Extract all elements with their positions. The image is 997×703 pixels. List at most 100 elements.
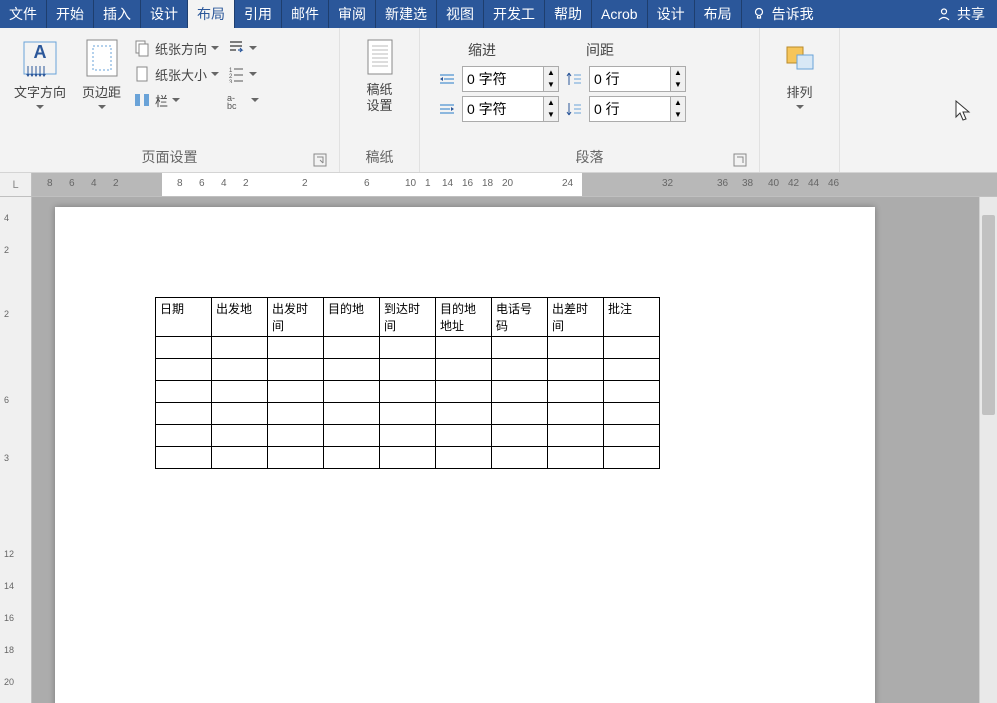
tab-view[interactable]: 视图 [437,0,484,28]
spinner-down-icon[interactable]: ▼ [671,79,685,91]
table-cell[interactable] [604,425,660,447]
spinner-down-icon[interactable]: ▼ [671,109,685,121]
table-header-cell[interactable]: 目的地地址 [436,298,492,337]
tab-layout[interactable]: 布局 [188,0,235,28]
table-cell[interactable] [548,425,604,447]
table-header-cell[interactable]: 电话号码 [492,298,548,337]
spinner-up-icon[interactable]: ▲ [671,67,685,79]
table-cell[interactable] [324,447,380,469]
spinner-down-icon[interactable]: ▼ [544,79,558,91]
table-cell[interactable] [268,359,324,381]
table-cell[interactable] [156,447,212,469]
table-cell[interactable] [324,359,380,381]
table-cell[interactable] [436,359,492,381]
margins-button[interactable]: 页边距 [78,34,125,113]
tab-acrobat[interactable]: Acrob [592,0,648,28]
table-cell[interactable] [324,425,380,447]
table-cell[interactable] [436,403,492,425]
spinner-up-icon[interactable]: ▲ [544,97,558,109]
table-cell[interactable] [604,337,660,359]
table-cell[interactable] [156,359,212,381]
arrange-button[interactable]: 排列 [779,34,821,113]
orientation-button[interactable]: 纸张方向 [133,36,219,60]
table-cell[interactable] [436,447,492,469]
tab-developer[interactable]: 开发工 [484,0,545,28]
table-cell[interactable] [548,359,604,381]
tell-me-search[interactable]: 告诉我 [742,4,824,24]
dialog-launcher-icon[interactable] [733,153,747,167]
table-cell[interactable] [436,337,492,359]
table-header-cell[interactable]: 目的地 [324,298,380,337]
columns-button[interactable]: 栏 [133,88,219,112]
breaks-button[interactable] [227,36,259,60]
table-cell[interactable] [492,381,548,403]
size-button[interactable]: 纸张大小 [133,62,219,86]
tab-help[interactable]: 帮助 [545,0,592,28]
table-cell[interactable] [268,425,324,447]
spacing-before-field[interactable] [590,68,670,90]
text-direction-button[interactable]: A 文字方向 [10,34,70,113]
table-cell[interactable] [324,381,380,403]
table-cell[interactable] [268,337,324,359]
table-cell[interactable] [268,403,324,425]
table-header-cell[interactable]: 出差时间 [548,298,604,337]
spacing-before-input[interactable]: ▲▼ [589,66,686,92]
table-header-cell[interactable]: 出发地 [212,298,268,337]
table-cell[interactable] [492,403,548,425]
table-cell[interactable] [212,337,268,359]
table-cell[interactable] [492,337,548,359]
spinner-down-icon[interactable]: ▼ [544,109,558,121]
indent-left-field[interactable] [463,68,543,90]
tab-review[interactable]: 审阅 [329,0,376,28]
indent-right-input[interactable]: ▲▼ [462,96,559,122]
table-cell[interactable] [324,403,380,425]
tab-mailings[interactable]: 邮件 [282,0,329,28]
indent-left-input[interactable]: ▲▼ [462,66,559,92]
table-cell[interactable] [380,447,436,469]
table-cell[interactable] [380,337,436,359]
dialog-launcher-icon[interactable] [313,153,327,167]
table-cell[interactable] [436,381,492,403]
spacing-after-input[interactable]: ▲▼ [589,96,686,122]
table-cell[interactable] [604,447,660,469]
spinner-up-icon[interactable]: ▲ [544,67,558,79]
table-header-cell[interactable]: 批注 [604,298,660,337]
table-cell[interactable] [212,403,268,425]
spinner-up-icon[interactable]: ▲ [671,97,685,109]
table-cell[interactable] [212,447,268,469]
table-header-cell[interactable]: 到达时间 [380,298,436,337]
table-cell[interactable] [212,381,268,403]
table-cell[interactable] [268,381,324,403]
spacing-after-field[interactable] [590,98,670,120]
table-cell[interactable] [156,425,212,447]
tab-layout2[interactable]: 布局 [695,0,742,28]
tab-references[interactable]: 引用 [235,0,282,28]
scrollbar-thumb[interactable] [982,215,995,415]
horizontal-ruler[interactable]: 8642261011416182024323638404244468642 [32,173,997,196]
table-cell[interactable] [604,381,660,403]
table-cell[interactable] [604,403,660,425]
table-header-cell[interactable]: 日期 [156,298,212,337]
table-cell[interactable] [212,425,268,447]
tab-newtab[interactable]: 新建选 [376,0,437,28]
table-cell[interactable] [548,447,604,469]
tab-design[interactable]: 设计 [141,0,188,28]
tab-design2[interactable]: 设计 [648,0,695,28]
table-cell[interactable] [548,337,604,359]
table-cell[interactable] [548,381,604,403]
document-scroll[interactable]: 日期出发地出发时间目的地到达时间目的地地址电话号码出差时间批注 [32,197,979,703]
line-numbers-button[interactable]: 123 [227,62,259,86]
vertical-ruler[interactable]: 422631214161820 [0,197,32,703]
table-header-cell[interactable]: 出发时间 [268,298,324,337]
tab-insert[interactable]: 插入 [94,0,141,28]
table-cell[interactable] [212,359,268,381]
manuscript-button[interactable]: 稿纸 设置 [360,34,400,117]
table-cell[interactable] [436,425,492,447]
table-cell[interactable] [268,447,324,469]
table-cell[interactable] [380,425,436,447]
table-cell[interactable] [548,403,604,425]
table-cell[interactable] [156,337,212,359]
table-cell[interactable] [380,381,436,403]
indent-right-field[interactable] [463,98,543,120]
document-table[interactable]: 日期出发地出发时间目的地到达时间目的地地址电话号码出差时间批注 [155,297,660,469]
